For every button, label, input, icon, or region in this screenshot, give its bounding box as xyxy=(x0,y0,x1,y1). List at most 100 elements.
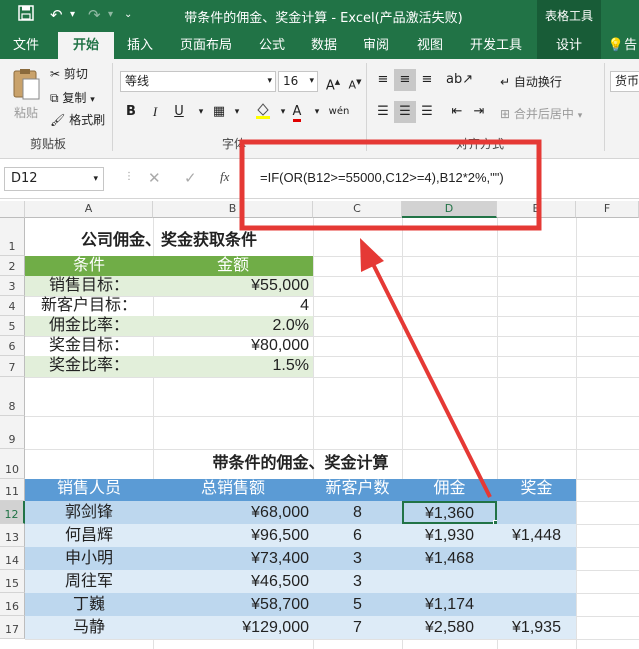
calc-cell-sales[interactable]: ¥58,700 xyxy=(153,593,313,616)
tab-file[interactable]: 文件 xyxy=(4,32,48,59)
conditions-title[interactable]: 公司佣金、奖金获取条件 xyxy=(25,231,313,253)
calc-header-total-sales[interactable]: 总销售额 xyxy=(153,479,313,501)
tab-view[interactable]: 视图 xyxy=(408,32,452,59)
condition-label[interactable]: 销售目标： xyxy=(25,276,153,296)
calc-cell-name[interactable]: 丁巍 xyxy=(25,593,153,616)
row-header-16[interactable]: 16 xyxy=(0,593,25,616)
align-left-icon[interactable]: ☰ xyxy=(372,101,394,123)
align-center-icon[interactable]: ☰ xyxy=(394,101,416,123)
calc-cell-bonus[interactable]: ¥1,935 xyxy=(497,616,576,639)
condition-value[interactable]: 1.5% xyxy=(153,356,313,377)
condition-label[interactable]: 奖金目标： xyxy=(25,336,153,356)
select-all-corner[interactable] xyxy=(0,201,25,218)
calc-cell-sales[interactable]: ¥129,000 xyxy=(153,616,313,639)
number-format-select[interactable]: 货币 xyxy=(610,71,639,92)
grow-font-button[interactable]: A▲ xyxy=(322,71,344,93)
paste-button[interactable]: 粘贴 xyxy=(8,65,44,129)
tab-developer[interactable]: 开发工具 xyxy=(462,32,530,59)
font-color-icon[interactable]: A xyxy=(286,101,308,123)
condition-value[interactable]: 4 xyxy=(153,296,313,316)
column-header-a[interactable]: A xyxy=(25,201,153,218)
condition-label[interactable]: 佣金比率： xyxy=(25,316,153,336)
calc-cell-commission[interactable]: ¥1,174 xyxy=(402,593,497,616)
tab-insert[interactable]: 插入 xyxy=(118,32,162,59)
calc-cell-sales[interactable]: ¥68,000 xyxy=(153,501,313,524)
calc-cell-clients[interactable]: 5 xyxy=(313,593,402,616)
condition-value[interactable]: 2.0% xyxy=(153,316,313,336)
italic-button[interactable]: I xyxy=(144,101,166,123)
align-middle-icon[interactable]: ≡ xyxy=(394,69,416,91)
row-header-9[interactable]: 9 xyxy=(0,416,25,449)
chevron-down-icon[interactable]: ▾ xyxy=(226,101,248,123)
condition-value[interactable]: ¥80,000 xyxy=(153,336,313,356)
name-box[interactable]: D12 ▾ xyxy=(4,167,104,191)
row-header-1[interactable]: 1 xyxy=(0,218,25,256)
conditions-header-condition[interactable]: 条件 xyxy=(25,256,153,276)
calc-cell-bonus[interactable] xyxy=(497,570,576,593)
conditions-header-amount[interactable]: 金额 xyxy=(153,256,313,276)
calc-header-bonus[interactable]: 奖金 xyxy=(497,479,576,501)
tab-review[interactable]: 审阅 xyxy=(354,32,398,59)
tab-data[interactable]: 数据 xyxy=(302,32,346,59)
copy-button[interactable]: ⧉ 复制 ▾ xyxy=(50,89,95,106)
row-header-13[interactable]: 13 xyxy=(0,524,25,547)
row-header-3[interactable]: 3 xyxy=(0,276,25,296)
column-header-c[interactable]: C xyxy=(313,201,402,218)
decrease-indent-icon[interactable]: ⇤ xyxy=(446,101,468,123)
column-header-b[interactable]: B xyxy=(153,201,313,218)
calc-cell-bonus[interactable] xyxy=(497,593,576,616)
row-header-6[interactable]: 6 xyxy=(0,336,25,356)
calc-cell-name[interactable]: 马静 xyxy=(25,616,153,639)
column-header-d[interactable]: D xyxy=(402,201,497,218)
phonetic-icon[interactable]: wén xyxy=(328,101,350,123)
align-bottom-icon[interactable]: ≡ xyxy=(416,69,438,91)
calc-title[interactable]: 带条件的佣金、奖金计算 xyxy=(25,454,576,476)
insert-function-icon[interactable]: fx xyxy=(220,169,229,185)
shrink-font-button[interactable]: A▼ xyxy=(344,71,366,93)
row-header-2[interactable]: 2 xyxy=(0,256,25,276)
column-header-e[interactable]: E xyxy=(497,201,576,218)
row-header-4[interactable]: 4 xyxy=(0,296,25,316)
calc-cell-clients[interactable]: 6 xyxy=(313,524,402,547)
calc-cell-bonus[interactable] xyxy=(497,501,576,524)
calc-cell-bonus[interactable] xyxy=(497,547,576,570)
fill-color-icon[interactable] xyxy=(252,101,274,123)
worksheet-grid[interactable]: A B C D E F 1 2 3 4 5 6 7 8 9 10 11 12 1… xyxy=(0,201,639,649)
selected-cell-d12[interactable]: ¥1,360 xyxy=(402,501,497,524)
format-painter-button[interactable]: 🖌 格式刷 xyxy=(50,111,105,128)
row-header-8[interactable]: 8 xyxy=(0,377,25,416)
calc-cell-commission[interactable]: ¥2,580 xyxy=(402,616,497,639)
enter-icon[interactable]: ✓ xyxy=(184,169,197,187)
merge-center-button[interactable]: ⊞ 合并后居中 ▾ xyxy=(500,105,582,122)
tab-formulas[interactable]: 公式 xyxy=(250,32,294,59)
cancel-icon[interactable]: ✕ xyxy=(148,169,161,187)
increase-indent-icon[interactable]: ⇥ xyxy=(468,101,490,123)
cut-button[interactable]: ✂ 剪切 xyxy=(50,65,88,82)
calc-cell-clients[interactable]: 3 xyxy=(313,570,402,593)
font-name-select[interactable]: 等线 ▾ xyxy=(120,71,276,92)
calc-cell-bonus[interactable]: ¥1,448 xyxy=(497,524,576,547)
calc-header-commission[interactable]: 佣金 xyxy=(402,479,497,501)
font-size-select[interactable]: 16 ▾ xyxy=(278,71,318,92)
calc-cell-sales[interactable]: ¥73,400 xyxy=(153,547,313,570)
condition-value[interactable]: ¥55,000 xyxy=(153,276,313,296)
row-header-10[interactable]: 10 xyxy=(0,449,25,479)
calc-cell-clients[interactable]: 3 xyxy=(313,547,402,570)
tab-home[interactable]: 开始 xyxy=(58,32,114,59)
calc-cell-commission[interactable]: ¥1,930 xyxy=(402,524,497,547)
align-top-icon[interactable]: ≡ xyxy=(372,69,394,91)
row-header-11[interactable]: 11 xyxy=(0,479,25,501)
align-right-icon[interactable]: ☰ xyxy=(416,101,438,123)
tab-design[interactable]: 设计 xyxy=(537,32,601,59)
column-header-f[interactable]: F xyxy=(576,201,639,218)
condition-label[interactable]: 奖金比率： xyxy=(25,356,153,377)
formula-input[interactable]: =IF(OR(B12>=55000,C12>=4),B12*2%,"") xyxy=(260,168,504,188)
tab-tell-me[interactable]: 💡告 xyxy=(606,32,639,59)
wrap-text-button[interactable]: ↵ 自动换行 xyxy=(500,73,562,90)
calc-cell-sales[interactable]: ¥96,500 xyxy=(153,524,313,547)
bold-button[interactable]: B xyxy=(120,101,142,123)
chevron-down-icon[interactable]: ▾ xyxy=(306,101,328,123)
calc-cell-name[interactable]: 周往军 xyxy=(25,570,153,593)
row-header-17[interactable]: 17 xyxy=(0,616,25,639)
row-header-14[interactable]: 14 xyxy=(0,547,25,570)
